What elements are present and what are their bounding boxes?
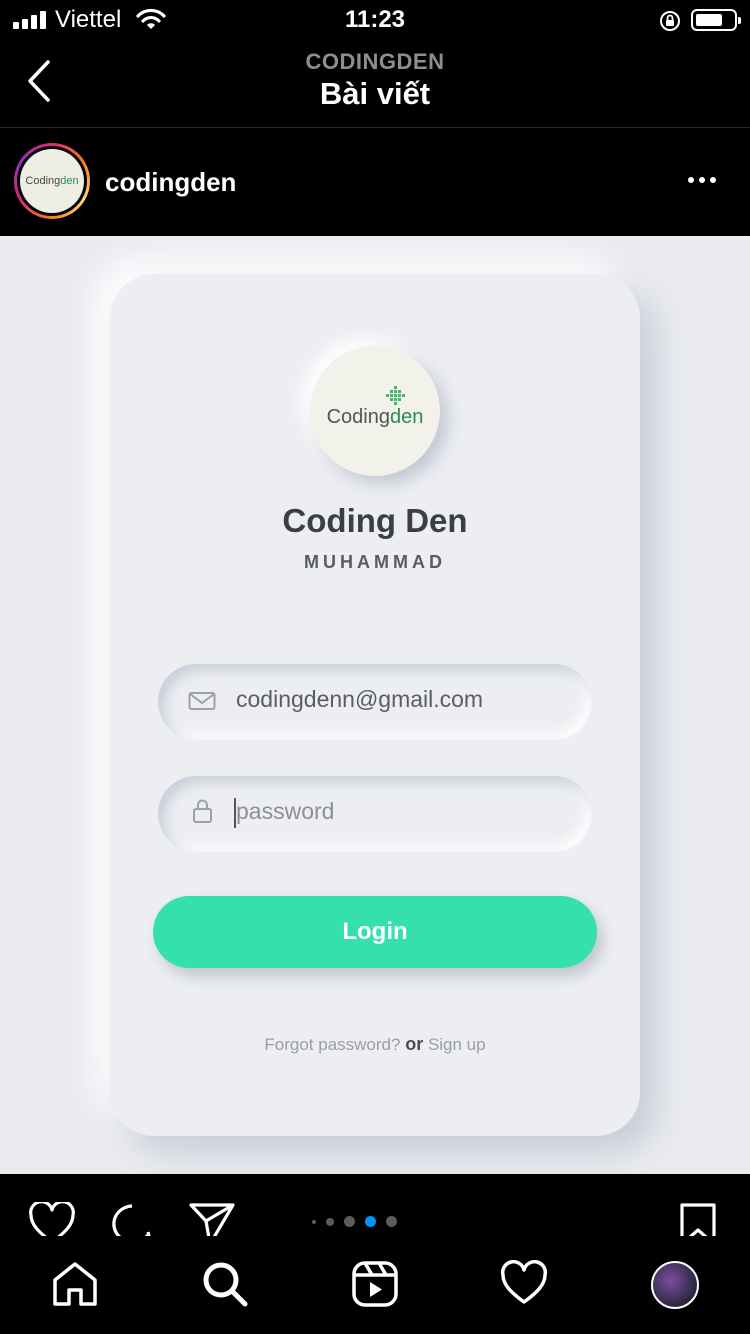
nav-header: CODINGDEN Bài viết — [0, 40, 750, 128]
page-title: Bài viết — [319, 76, 431, 111]
battery-icon — [691, 9, 741, 31]
rotation-lock-icon — [660, 11, 680, 31]
carousel-indicator — [312, 1216, 397, 1227]
forgot-password-link[interactable]: Forgot password? — [264, 1035, 400, 1054]
or-separator: or — [405, 1034, 424, 1054]
more-options-button[interactable] — [688, 177, 716, 183]
share-icon[interactable] — [188, 1202, 236, 1236]
post-image[interactable]: Codingden Coding Den MUHAMMAD codingdenn… — [0, 236, 750, 1174]
email-value: codingdenn@gmail.com — [236, 686, 484, 712]
lock-icon — [193, 799, 212, 823]
auth-links: Forgot password? or Sign up — [110, 1034, 640, 1055]
sign-up-link[interactable]: Sign up — [428, 1035, 486, 1054]
home-icon[interactable] — [51, 1260, 99, 1308]
post-username[interactable]: codingden — [105, 167, 236, 198]
post-header: Codingden codingden — [0, 129, 750, 236]
bookmark-icon[interactable] — [678, 1202, 718, 1236]
login-card: Codingden Coding Den MUHAMMAD codingdenn… — [110, 274, 640, 1136]
password-placeholder: password — [236, 798, 335, 824]
comment-icon[interactable] — [108, 1202, 156, 1236]
header-subtitle: CODINGDEN — [305, 49, 445, 74]
brand-subtitle: MUHAMMAD — [304, 552, 446, 572]
reels-icon[interactable] — [351, 1260, 399, 1308]
search-icon[interactable] — [201, 1260, 249, 1308]
profile-avatar[interactable] — [651, 1261, 699, 1309]
email-field[interactable]: codingdenn@gmail.com — [158, 664, 592, 740]
brand-logo: Codingden — [310, 346, 440, 476]
post-actions — [0, 1174, 750, 1236]
status-time: 11:23 — [344, 6, 406, 33]
password-field[interactable]: password — [158, 776, 592, 852]
brand-name: Coding Den — [282, 502, 468, 539]
avatar-logo: Codingden — [25, 175, 79, 187]
bottom-tab-bar — [0, 1236, 750, 1334]
heart-icon[interactable] — [28, 1202, 76, 1236]
more-dots-icon — [688, 177, 694, 183]
logo-text: Codingden — [326, 405, 424, 428]
avatar[interactable]: Codingden — [14, 143, 90, 219]
login-button[interactable]: Login — [153, 896, 597, 968]
mail-icon — [188, 692, 216, 710]
status-bar: Viettel 11:23 — [0, 0, 750, 40]
activity-heart-icon[interactable] — [500, 1260, 548, 1308]
